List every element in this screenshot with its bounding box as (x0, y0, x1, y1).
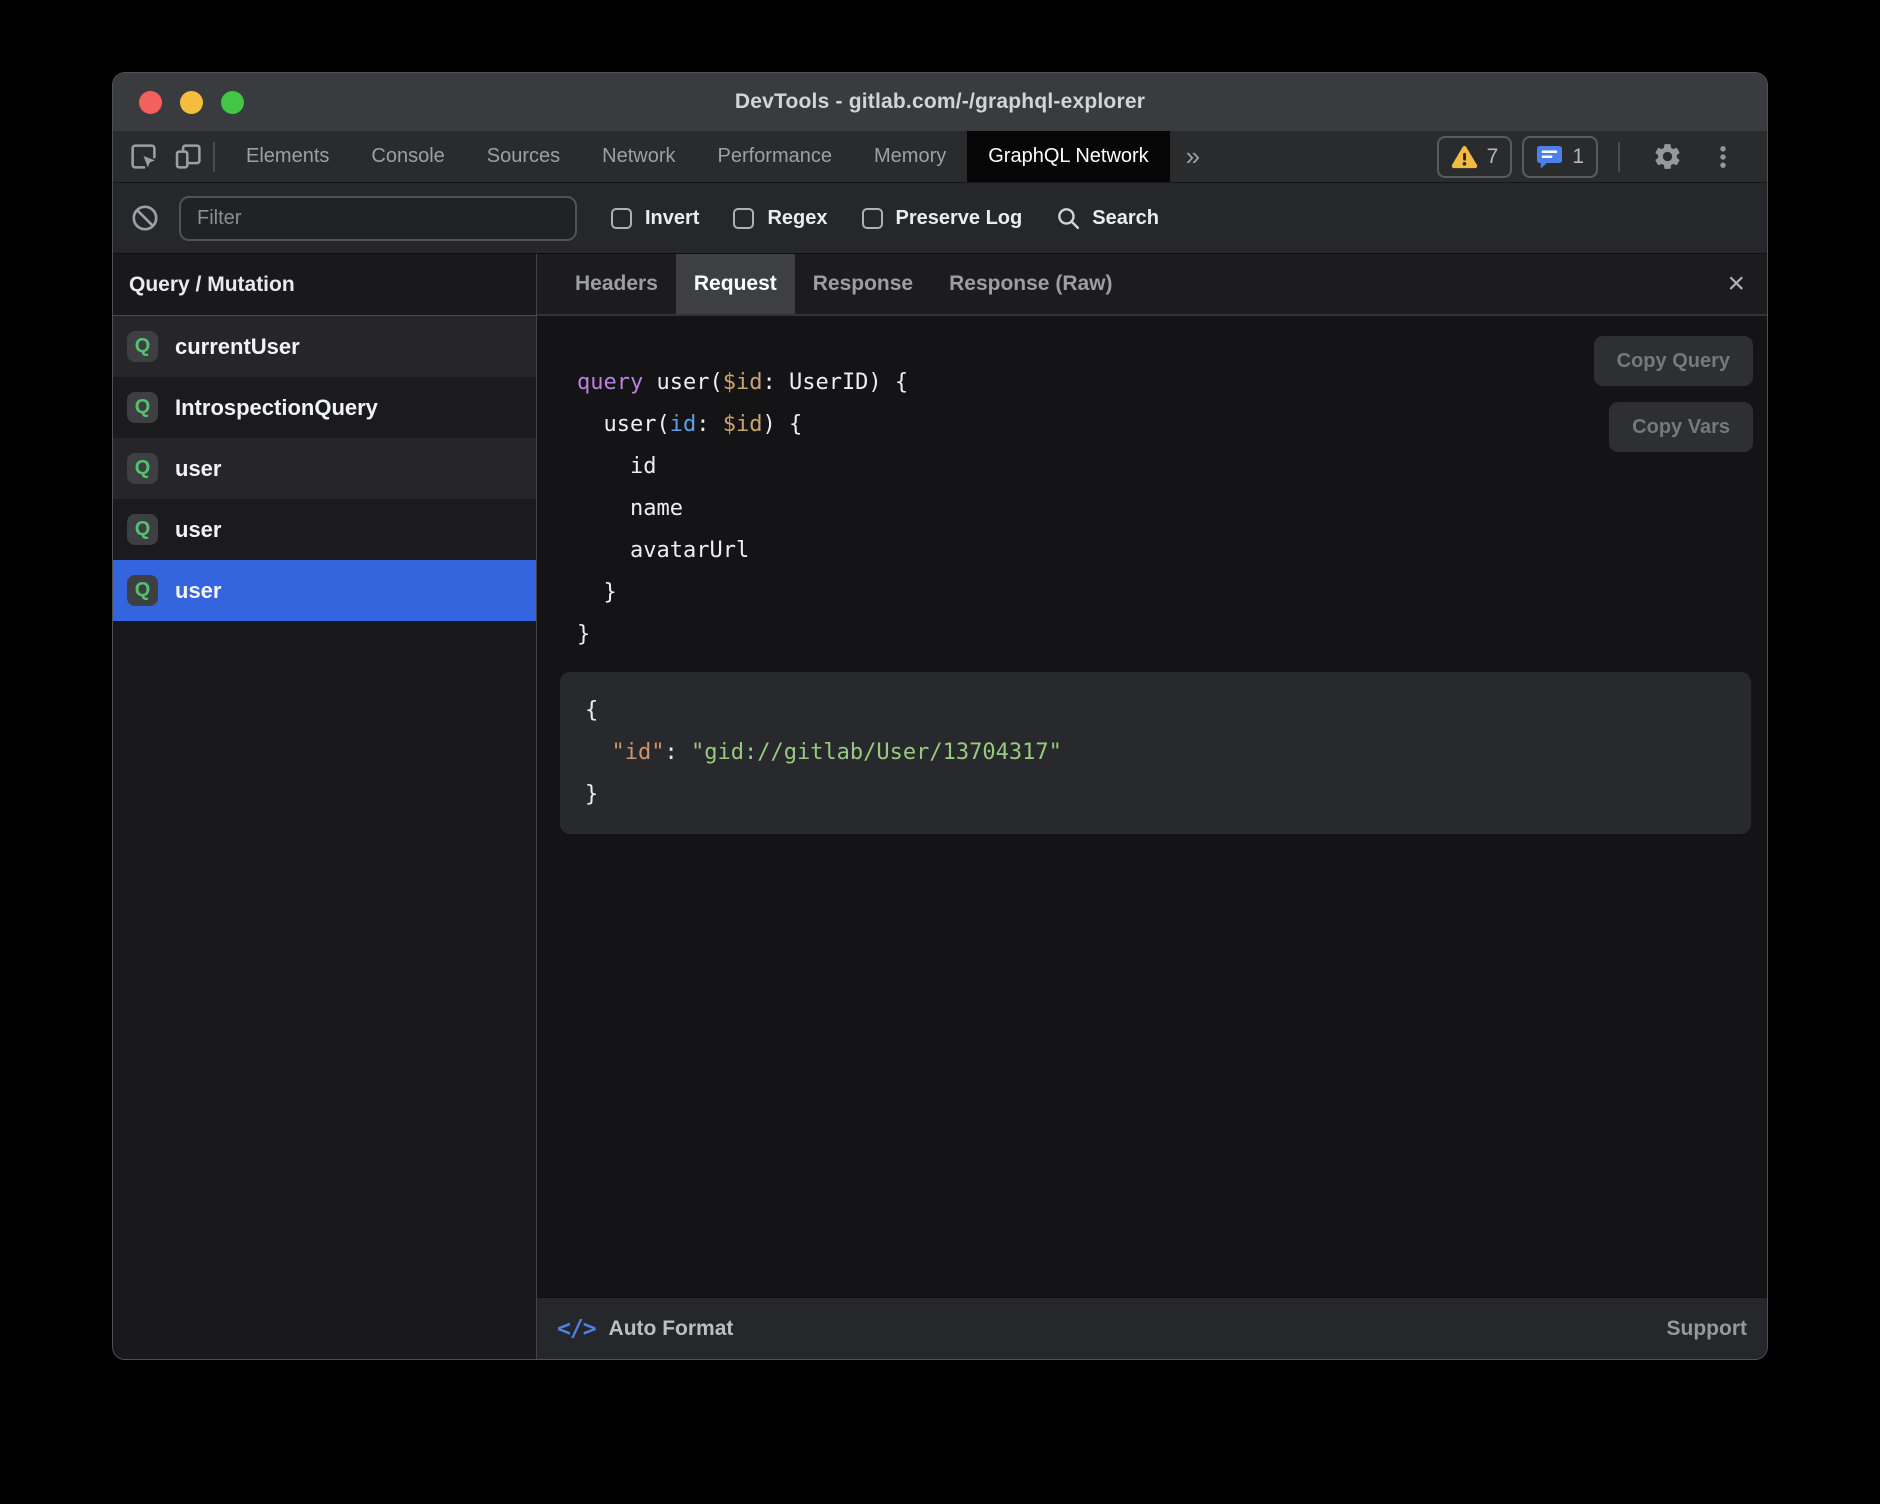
query-list-item[interactable]: Q user (113, 438, 536, 499)
close-detail-button[interactable]: × (1705, 254, 1767, 314)
status-separator (1618, 142, 1620, 172)
query-variables-code: { "id": "gid://gitlab/User/13704317"} (585, 690, 1726, 816)
code-brackets-icon: </> (557, 1316, 596, 1342)
toolbar-separator (213, 142, 215, 172)
detail-tab-label: Response (Raw) (949, 272, 1112, 296)
query-list-item-label: user (175, 578, 221, 604)
devtools-tab[interactable]: Console (350, 131, 465, 182)
main-split: Query / Mutation Q currentUser Q Introsp… (113, 254, 1767, 1359)
tabbar-tools (113, 131, 203, 182)
titlebar: DevTools - gitlab.com/-/graphql-explorer (113, 73, 1767, 131)
kebab-menu-icon (1709, 143, 1737, 171)
devtools-tab[interactable]: Elements (225, 131, 350, 182)
block-requests-icon[interactable] (131, 204, 159, 232)
query-variables-box: { "id": "gid://gitlab/User/13704317"} (560, 672, 1751, 834)
filter-checkbox[interactable] (611, 208, 632, 229)
tabbar-spacer (1216, 131, 1436, 182)
query-list-item-label: currentUser (175, 334, 300, 360)
detail-tab-label: Headers (575, 272, 658, 296)
inspect-element-icon[interactable] (129, 142, 158, 171)
request-detail-panel: Headers Request Response Response (Raw) … (537, 254, 1767, 1359)
query-list-item-label: user (175, 456, 221, 482)
devtools-tab-label: Sources (487, 145, 560, 168)
warnings-count: 7 (1487, 145, 1499, 169)
minimize-window-button[interactable] (180, 91, 203, 114)
devtools-tab[interactable]: Network (581, 131, 696, 182)
query-list-item[interactable]: Q currentUser (113, 316, 536, 377)
detail-tab[interactable]: Request (676, 254, 795, 314)
filter-checkbox[interactable] (733, 208, 754, 229)
window-title: DevTools - gitlab.com/-/graphql-explorer (735, 90, 1145, 114)
filter-checkbox-label: Regex (767, 207, 827, 230)
query-list-item-label: user (175, 517, 221, 543)
query-list-item[interactable]: Q IntrospectionQuery (113, 377, 536, 438)
detail-footer: </> Auto Format Support (537, 1297, 1767, 1359)
filter-checkbox-group: Preserve Log (862, 207, 1023, 230)
filter-checkbox-group: Regex (733, 207, 827, 230)
query-type-badge: Q (127, 514, 158, 545)
settings-button[interactable] (1640, 141, 1695, 172)
close-icon: × (1727, 269, 1745, 299)
detail-tab-label: Response (813, 272, 913, 296)
query-type-badge: Q (127, 575, 158, 606)
devtools-tab[interactable]: Memory (853, 131, 967, 182)
detail-tab[interactable]: Headers (557, 254, 676, 314)
filter-checkbox-label: Invert (645, 207, 699, 230)
filter-input[interactable] (179, 196, 577, 241)
graphql-query-code: query user($id: UserID) { user(id: $id) … (577, 362, 1767, 656)
query-list-item[interactable]: Q user (113, 499, 536, 560)
devtools-tab-label: Performance (718, 145, 833, 168)
traffic-lights (139, 73, 244, 131)
device-toolbar-icon[interactable] (174, 142, 203, 171)
auto-format-button[interactable]: </> Auto Format (557, 1316, 733, 1342)
close-window-button[interactable] (139, 91, 162, 114)
more-options-button[interactable] (1705, 143, 1741, 171)
devtools-tabbar: Elements Console Sources Network Perform… (113, 131, 1767, 183)
query-list-panel: Query / Mutation Q currentUser Q Introsp… (113, 254, 537, 1359)
query-type-badge: Q (127, 331, 158, 362)
filter-checkbox[interactable] (862, 208, 883, 229)
support-link[interactable]: Support (1667, 1317, 1747, 1341)
messages-count: 1 (1572, 145, 1584, 169)
search-label: Search (1092, 207, 1159, 230)
copy-vars-button[interactable]: Copy Vars (1609, 402, 1753, 452)
auto-format-label: Auto Format (609, 1317, 734, 1341)
detail-tab[interactable]: Response (Raw) (931, 254, 1130, 314)
devtools-tab-label: GraphQL Network (988, 145, 1148, 168)
tabbar-status: 7 1 (1437, 131, 1767, 182)
chevron-double-right-icon: » (1186, 141, 1200, 172)
query-list-item[interactable]: Q user (113, 560, 536, 621)
query-type-badge: Q (127, 453, 158, 484)
gear-icon (1652, 141, 1683, 172)
detail-tab-label: Request (694, 272, 777, 296)
search-control[interactable]: Search (1056, 206, 1159, 231)
more-tabs-button[interactable]: » (1170, 131, 1216, 182)
devtools-tab-label: Console (371, 145, 444, 168)
detail-tabbar-spacer (1131, 254, 1706, 314)
warnings-badge[interactable]: 7 (1437, 136, 1513, 178)
devtools-window: DevTools - gitlab.com/-/graphql-explorer… (112, 72, 1768, 1360)
query-list-item-label: IntrospectionQuery (175, 395, 378, 421)
devtools-tab-label: Memory (874, 145, 946, 168)
devtools-tab-label: Network (602, 145, 675, 168)
detail-tab[interactable]: Response (795, 254, 931, 314)
query-list: Q currentUser Q IntrospectionQuery Q use… (113, 316, 536, 621)
devtools-tab-label: Elements (246, 145, 329, 168)
filterbar: Invert Regex Preserve Log Search (113, 183, 1767, 254)
devtools-tab[interactable]: GraphQL Network (967, 131, 1169, 182)
request-body: query user($id: UserID) { user(id: $id) … (537, 316, 1767, 1297)
messages-badge[interactable]: 1 (1522, 136, 1598, 178)
devtools-tab[interactable]: Sources (466, 131, 581, 182)
devtools-tab[interactable]: Performance (697, 131, 854, 182)
query-list-header: Query / Mutation (113, 254, 536, 316)
zoom-window-button[interactable] (221, 91, 244, 114)
detail-tabbar: Headers Request Response Response (Raw) … (537, 254, 1767, 316)
filter-checkbox-label: Preserve Log (896, 207, 1023, 230)
copy-query-button[interactable]: Copy Query (1594, 336, 1753, 386)
warning-icon (1451, 145, 1478, 169)
search-icon (1056, 206, 1081, 231)
query-type-badge: Q (127, 392, 158, 423)
chat-bubble-icon (1536, 145, 1563, 169)
filter-checkbox-group: Invert (611, 207, 699, 230)
